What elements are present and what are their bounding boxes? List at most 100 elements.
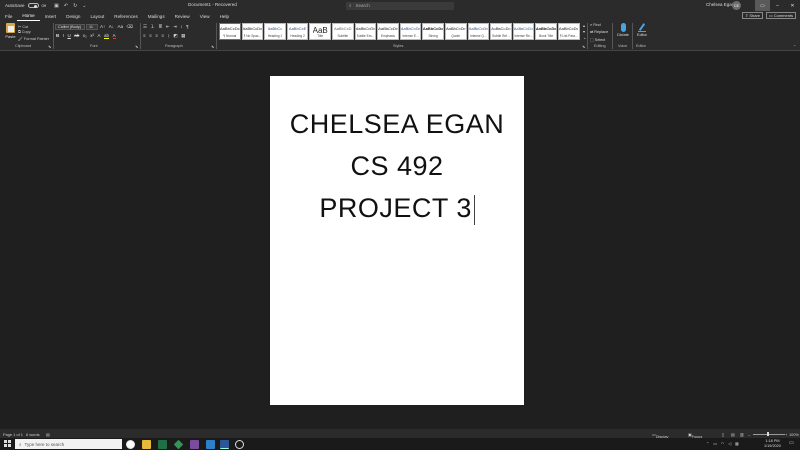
app-icon[interactable] [173,439,184,449]
decrease-indent-icon[interactable]: ⇤ [166,24,170,30]
style-tile[interactable]: AaBbCcDc Book Title [535,23,557,40]
battery-icon[interactable]: ▭ [713,441,717,446]
replace-button[interactable]: ⇄ Replace [590,29,608,36]
collapse-ribbon-icon[interactable]: ⌃ [793,44,796,49]
zoom-level[interactable]: 100% [789,432,799,437]
search-input[interactable]: ⌕ Search [346,1,454,10]
text-effects-icon[interactable]: A [98,33,101,39]
proofing-icon[interactable]: ▤ [46,432,50,437]
scroll-down-icon[interactable]: ▾ [583,29,586,34]
cut-button[interactable]: ✂ Cut [18,24,28,29]
italic-icon[interactable]: I [63,33,64,39]
style-tile[interactable]: AaBbCcDc Emphasis [377,23,399,40]
tab-layout[interactable]: Layout [85,11,109,21]
minimize-icon[interactable]: – [770,0,785,11]
document-page[interactable]: CHELSEA EGAN CS 492 PROJECT 3 [270,76,524,405]
more-styles-icon[interactable]: ⌄ [583,35,586,40]
tab-design[interactable]: Design [61,11,85,21]
line-spacing-icon[interactable]: ↨ [168,33,170,39]
increase-indent-icon[interactable]: ⇥ [173,24,177,30]
borders-icon[interactable]: ▦ [181,33,185,39]
style-tile[interactable]: AaBbCcDc ¶ Normal [219,23,241,40]
toggle-switch[interactable] [27,3,39,8]
style-tile[interactable]: AaBbCcE Heading 2 [286,23,309,40]
style-tile[interactable]: AaBbCcD Subtitle [331,23,354,40]
tab-view[interactable]: View [195,11,215,21]
clear-formatting-icon[interactable]: ⌫ [127,24,133,30]
justify-icon[interactable]: ≡ [161,33,164,39]
shading-icon[interactable]: ◩ [173,33,177,39]
page-count[interactable]: Page 1 of 1 [3,432,23,437]
undo-icon[interactable]: ↶ [64,3,68,9]
dialog-launcher-icon[interactable]: ⬊ [211,44,214,49]
ribbon-display-options-icon[interactable]: ▭ [755,0,770,11]
editor-button[interactable]: Editor [634,22,650,37]
print-layout-icon[interactable]: ▤ [731,432,735,437]
bold-icon[interactable]: B [56,33,59,39]
redo-icon[interactable]: ↻ [73,3,77,9]
multilevel-list-icon[interactable]: ≣ [159,24,163,30]
excel-icon[interactable] [158,439,167,449]
app-icon[interactable] [235,439,244,449]
style-tile[interactable]: AaBbCcDc Intense E... [399,23,422,40]
autosave-toggle[interactable]: AutoSave Off [5,3,46,8]
copy-button[interactable]: ⧉ Copy [18,30,31,34]
tab-mailings[interactable]: Mailings [143,11,170,21]
taskbar-search-input[interactable]: ⌕ Type here to search [15,439,122,449]
notification-icon[interactable]: ▭ [789,440,794,446]
read-mode-icon[interactable]: ▯ [722,432,724,437]
comments-button[interactable]: ▭ Comments [766,12,796,19]
shrink-font-icon[interactable]: A↓ [109,24,114,30]
align-left-icon[interactable]: ≡ [143,33,146,39]
zoom-out-icon[interactable]: – [748,432,750,437]
font-color-icon[interactable]: A [112,33,116,39]
customize-qat-icon[interactable]: ⌄ [82,3,86,9]
align-center-icon[interactable]: ≡ [149,33,152,39]
word-count[interactable]: 6 words [26,432,40,437]
zoom-slider-thumb[interactable] [767,431,769,436]
paste-button[interactable]: Paste [4,23,17,43]
keyboard-icon[interactable]: ▦ [735,441,739,446]
superscript-icon[interactable]: x² [90,33,94,39]
style-tile[interactable]: AaBbCcDc Subtle Ref... [490,23,512,40]
zoom-slider[interactable] [753,433,785,435]
word-icon[interactable] [220,439,229,449]
style-tile[interactable]: AaB Title [309,23,331,40]
tray-overflow-icon[interactable]: ⌃ [706,441,709,446]
tab-references[interactable]: References [109,11,143,21]
close-icon[interactable]: ✕ [785,0,800,11]
avatar[interactable]: CE [732,1,741,10]
zoom-in-icon[interactable]: + [785,432,787,437]
format-painter-button[interactable]: 🖌 Format Painter [18,36,49,41]
dictate-button[interactable]: Dictate [614,22,632,37]
tab-review[interactable]: Review [170,11,195,21]
focus-button[interactable]: ▣ Focus [688,432,702,440]
style-tile[interactable]: AaBbCcDc Subtle Em... [354,23,377,40]
subscript-icon[interactable]: x₂ [83,33,87,39]
grow-font-icon[interactable]: A↑ [100,24,105,30]
web-layout-icon[interactable]: ▥ [740,432,744,437]
find-button[interactable]: ⌕ Find [590,22,608,29]
network-icon[interactable]: ◠ [721,441,724,446]
style-tile[interactable]: AaBbCcDc Strong [422,23,444,40]
dialog-launcher-icon[interactable]: ⬊ [48,44,51,49]
windows-start-icon[interactable] [4,440,11,447]
vscode-icon[interactable] [206,439,215,449]
font-size-select[interactable]: 11 [86,24,98,30]
save-icon[interactable]: ▣ [54,3,59,9]
sort-icon[interactable]: ↕ [180,24,182,30]
tab-help[interactable]: Help [215,11,234,21]
font-name-select[interactable]: Calibri (Body) [55,24,85,30]
dialog-launcher-icon[interactable]: ⬊ [135,44,138,49]
highlight-icon[interactable]: ab [104,33,110,39]
chrome-icon[interactable] [126,439,135,449]
strikethrough-icon[interactable]: ab [74,33,79,39]
style-tile[interactable]: AaBbCcDc Quote [444,23,467,40]
bullets-icon[interactable]: ☰ [143,24,147,30]
underline-icon[interactable]: U [68,33,71,39]
style-tile[interactable]: AaBbCcDc Intense Q... [467,23,490,40]
user-name[interactable]: Chelsea Egan [706,2,734,7]
display-settings-button[interactable]: ▭ Display Settings [652,432,670,445]
style-tile[interactable]: AaBbCcDc ¶ No Spac... [241,23,264,40]
style-tile[interactable]: AaBbCcDc ¶ List Para... [557,23,580,40]
